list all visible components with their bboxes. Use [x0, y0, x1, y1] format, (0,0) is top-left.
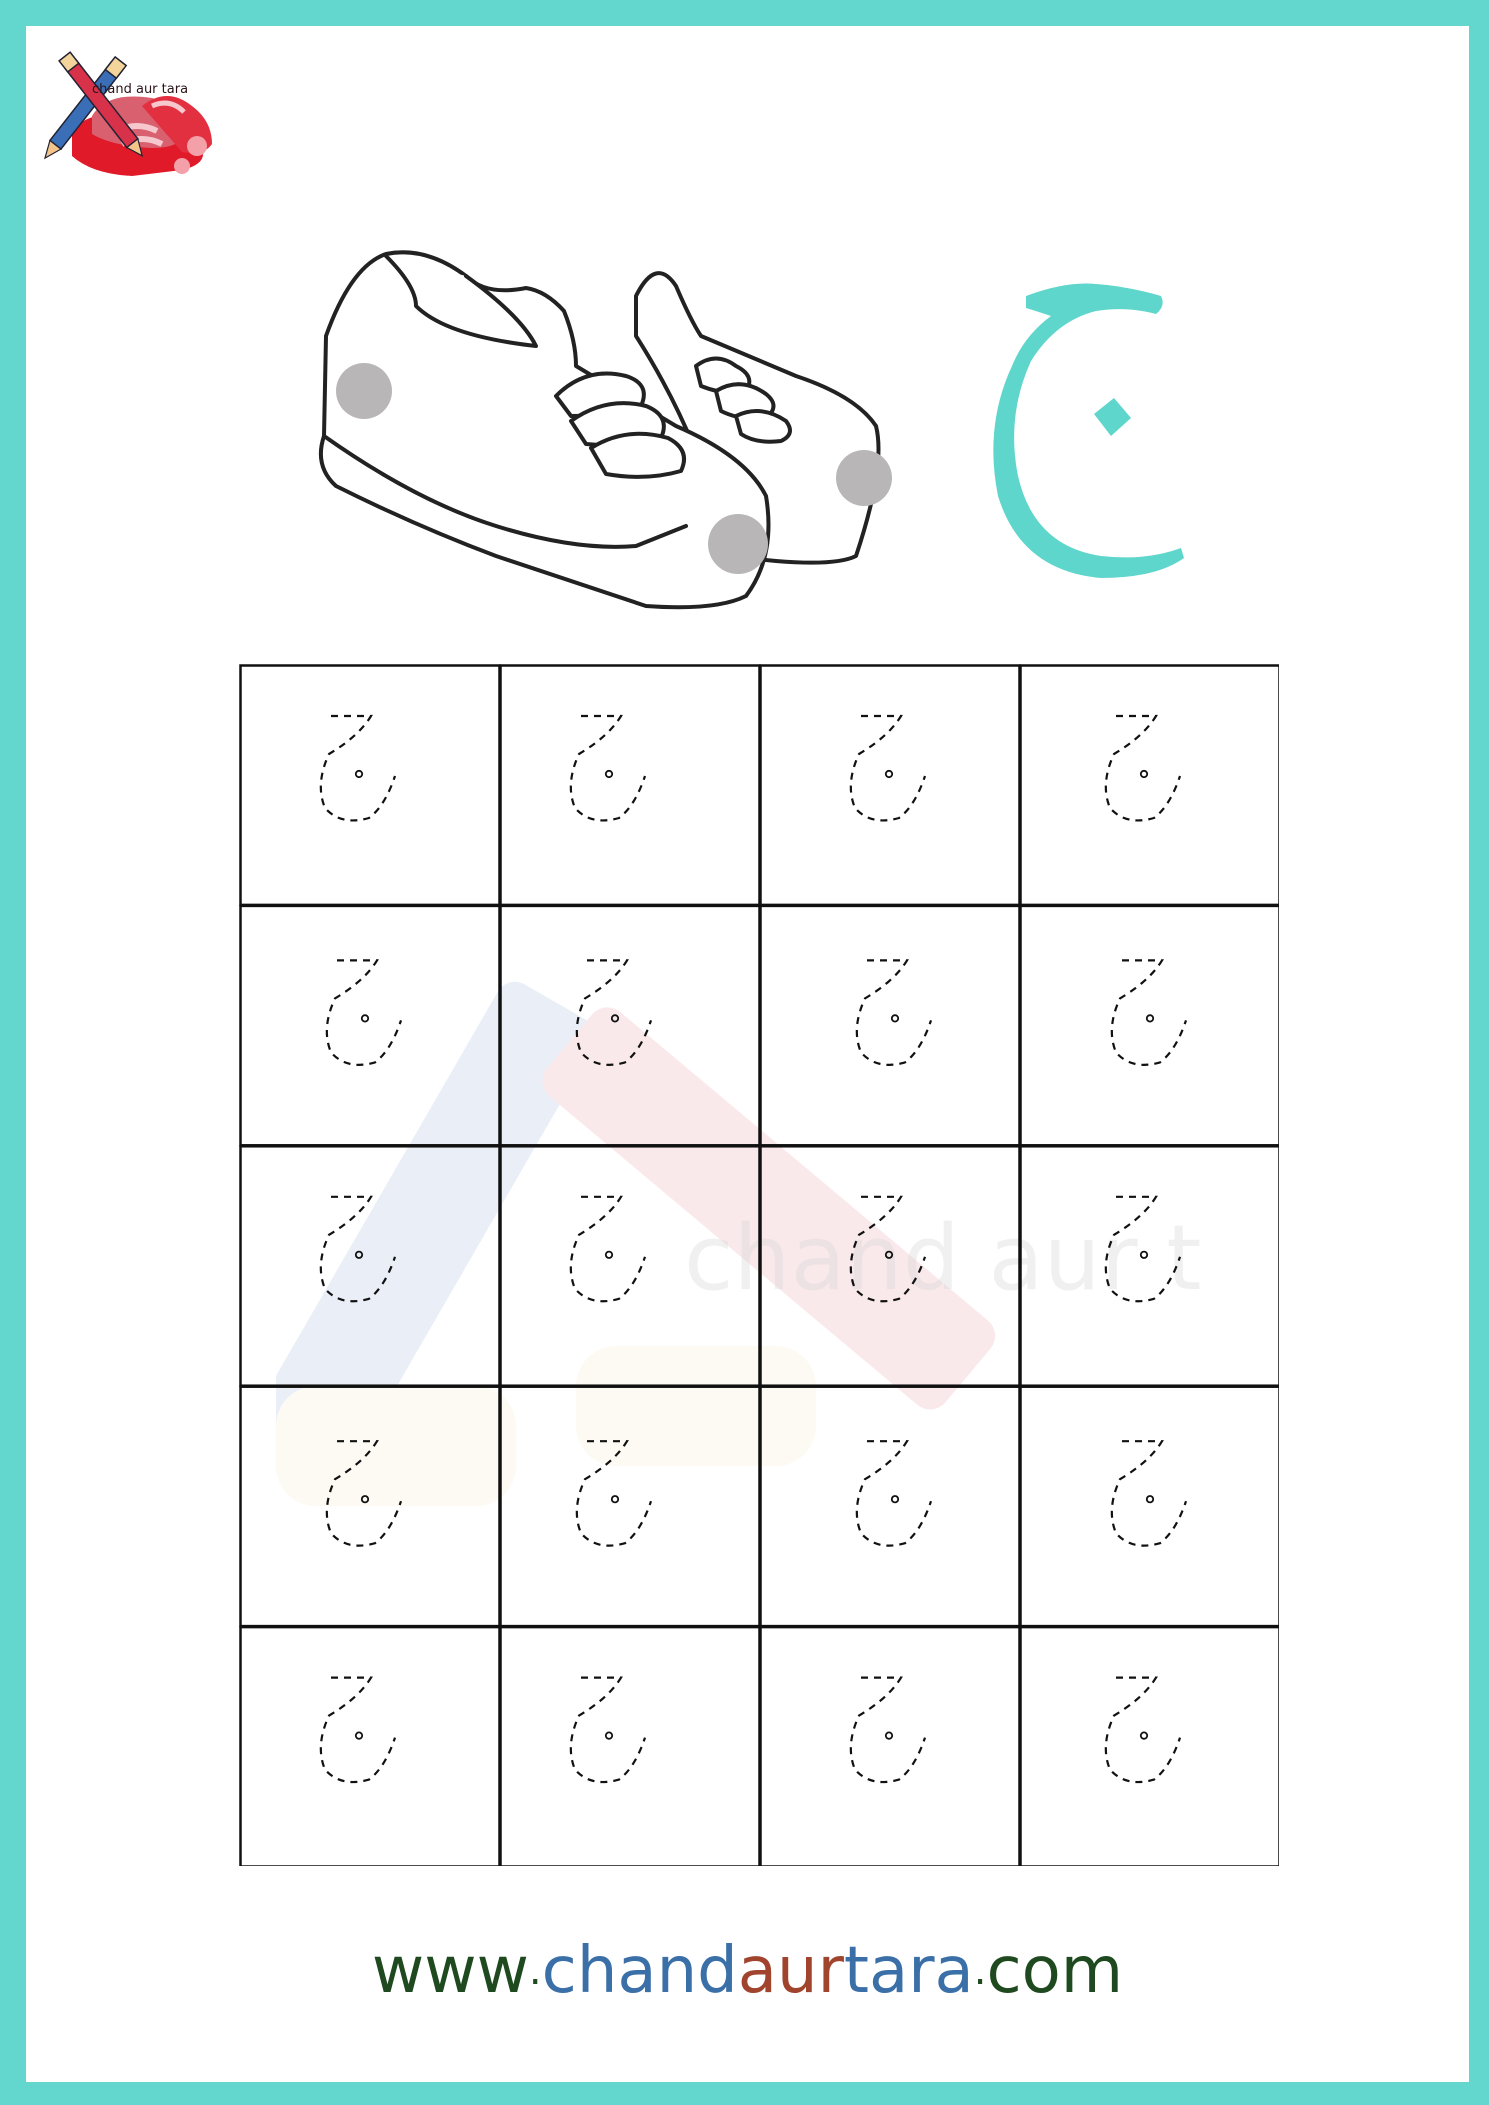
dashed-letter-dot	[360, 1495, 370, 1504]
dashed-letter-dot	[1145, 1014, 1155, 1023]
trace-cell[interactable]	[759, 1625, 1021, 1866]
dashed-letter-jeem	[1104, 714, 1182, 822]
url-part: tara	[843, 1934, 974, 2008]
trace-cell[interactable]	[499, 1625, 761, 1866]
dashed-letter-jeem	[1104, 1195, 1182, 1303]
trace-cell[interactable]	[1019, 1385, 1280, 1628]
dashed-letter-jeem	[575, 959, 653, 1066]
dashed-letter-dot	[604, 1250, 614, 1259]
logo-text: chand aur tara	[92, 82, 189, 97]
trace-cell[interactable]	[499, 1385, 761, 1628]
dashed-letter-dot	[890, 1495, 900, 1504]
trace-cell[interactable]	[499, 664, 761, 907]
dashed-letter-jeem	[849, 1195, 927, 1303]
dashed-letter-jeem	[855, 1440, 933, 1547]
url-part: com	[986, 1934, 1124, 2008]
dashed-letter-dot	[1139, 769, 1149, 779]
trace-cell[interactable]	[239, 664, 501, 907]
dashed-letter-dot	[1139, 1250, 1149, 1259]
dashed-letter-jeem	[319, 714, 397, 822]
dashed-letter-dot	[884, 1731, 894, 1740]
trace-cell[interactable]	[759, 1385, 1021, 1628]
tracing-grid	[239, 664, 1279, 1866]
trace-cell[interactable]	[239, 904, 501, 1147]
letter-jeem-display	[993, 283, 1184, 578]
url-part: aur	[737, 1934, 844, 2008]
worksheet-page: chand aur tara ج	[26, 26, 1469, 2082]
dashed-letter-dot	[610, 1495, 620, 1504]
dashed-letter-jeem	[569, 1676, 647, 1784]
trace-cell[interactable]	[759, 904, 1021, 1147]
brand-logo	[43, 51, 212, 176]
dashed-letter-jeem	[325, 959, 403, 1066]
trace-cell[interactable]	[1019, 904, 1280, 1147]
dashed-letter-dot	[604, 769, 614, 779]
dashed-letter-jeem	[569, 1195, 647, 1303]
dashed-letter-jeem	[319, 1676, 397, 1784]
dashed-letter-jeem	[849, 1676, 927, 1784]
dashed-letter-jeem	[325, 1440, 403, 1547]
url-part: chand	[541, 1934, 738, 2008]
trace-cell[interactable]	[759, 664, 1021, 907]
dashed-letter-dot	[354, 1250, 364, 1259]
dashed-letter-dot	[604, 1731, 614, 1740]
shoes-illustration	[319, 250, 892, 610]
dashed-letter-dot	[360, 1014, 370, 1023]
dashed-letter-dot	[610, 1014, 620, 1023]
dashed-letter-jeem	[575, 1440, 653, 1547]
trace-cell[interactable]	[499, 904, 761, 1147]
trace-cell[interactable]	[759, 1145, 1021, 1387]
trace-cell[interactable]	[239, 1385, 501, 1628]
url-part: .	[528, 1948, 542, 1994]
dashed-letter-dot	[1145, 1495, 1155, 1504]
dashed-letter-jeem	[849, 714, 927, 822]
website-url: www.chandaurtara.com	[26, 1931, 1469, 2011]
trace-cell[interactable]	[1019, 1145, 1280, 1387]
dashed-letter-dot	[1139, 1731, 1149, 1740]
dashed-letter-dot	[354, 1731, 364, 1740]
url-part: www	[371, 1934, 529, 2008]
dashed-letter-dot	[884, 1250, 894, 1259]
dashed-letter-jeem	[319, 1195, 397, 1303]
trace-cell[interactable]	[239, 1145, 501, 1387]
dashed-letter-jeem	[1110, 1440, 1188, 1547]
trace-cell[interactable]	[1019, 664, 1280, 907]
trace-cell[interactable]	[239, 1625, 501, 1866]
dashed-letter-dot	[884, 769, 894, 779]
dashed-letter-jeem	[855, 959, 933, 1066]
trace-cell[interactable]	[499, 1145, 761, 1387]
dashed-letter-jeem	[1110, 959, 1188, 1066]
dashed-letter-jeem	[569, 714, 647, 822]
trace-cell[interactable]	[1019, 1625, 1280, 1866]
dashed-letter-jeem	[1104, 1676, 1182, 1784]
dashed-letter-dot	[354, 769, 364, 779]
url-part: .	[973, 1948, 987, 1994]
dashed-letter-dot	[890, 1014, 900, 1023]
